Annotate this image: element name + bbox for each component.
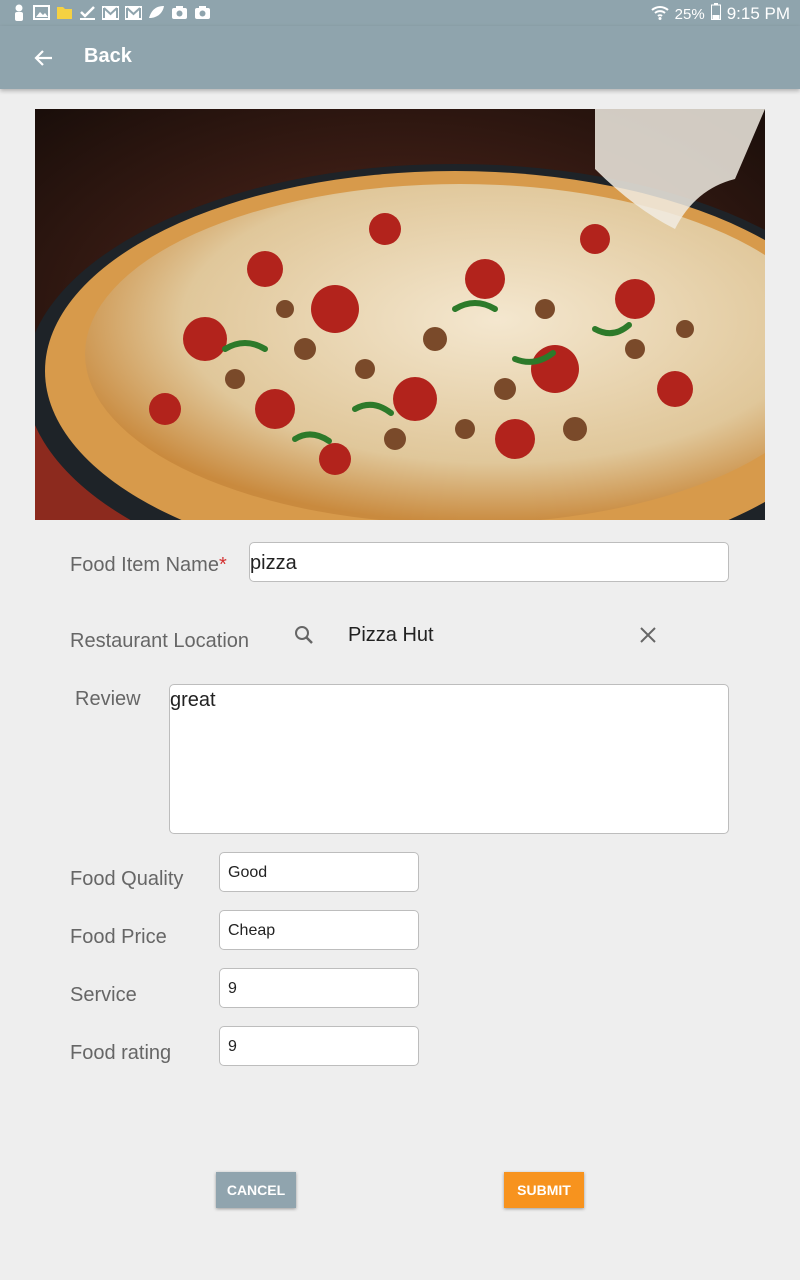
food-rating-label: Food rating (70, 1042, 172, 1064)
restaurant-location-input[interactable]: Pizza Hut (348, 624, 434, 647)
battery-icon (710, 3, 721, 25)
food-price-input[interactable]: Cheap (219, 910, 419, 950)
clock: 9:15 PM (726, 4, 790, 23)
status-bar: 25% 9:15 PM (0, 0, 800, 26)
food-photo (35, 109, 765, 520)
clear-icon[interactable] (637, 624, 659, 646)
gmail-icon (102, 4, 119, 21)
restaurant-location-label: Restaurant Location (70, 630, 250, 652)
review-value: great (170, 689, 216, 711)
food-item-name-value: pizza (250, 552, 297, 574)
notification-icons (10, 4, 211, 21)
service-value: 9 (228, 980, 237, 997)
cancel-button[interactable]: CANCEL (216, 1172, 296, 1208)
submit-button[interactable]: SUBMIT (504, 1172, 584, 1208)
wifi-icon (650, 4, 669, 25)
back-arrow-icon[interactable] (30, 44, 58, 72)
food-rating-value: 9 (228, 1038, 237, 1055)
food-item-name-label: Food Item Name* (70, 554, 227, 576)
file-icon (56, 4, 73, 21)
food-rating-input[interactable]: 9 (219, 1026, 419, 1066)
search-icon[interactable] (293, 624, 315, 646)
battery-percent: 25% (674, 5, 705, 23)
gmail-icon (125, 4, 142, 21)
service-input[interactable]: 9 (219, 968, 419, 1008)
status-right: 25% 9:15 PM (650, 3, 790, 25)
app-bar: Back (0, 26, 800, 89)
person-icon (10, 4, 27, 21)
check-icon (79, 4, 96, 21)
food-quality-input[interactable]: Good (219, 852, 419, 892)
review-textarea[interactable]: great (169, 684, 729, 834)
food-quality-label: Food Quality (70, 868, 184, 890)
service-label: Service (70, 984, 137, 1006)
image-icon (33, 4, 50, 21)
food-item-name-input[interactable]: pizza (249, 542, 729, 582)
review-label: Review (75, 688, 141, 710)
food-price-label: Food Price (70, 926, 167, 948)
food-price-value: Cheap (228, 922, 276, 939)
camera-icon (171, 4, 188, 21)
required-asterisk: * (218, 554, 227, 576)
food-quality-value: Good (228, 864, 268, 881)
back-label[interactable]: Back (84, 45, 132, 68)
leaf-icon (148, 4, 165, 21)
camera-icon (194, 4, 211, 21)
